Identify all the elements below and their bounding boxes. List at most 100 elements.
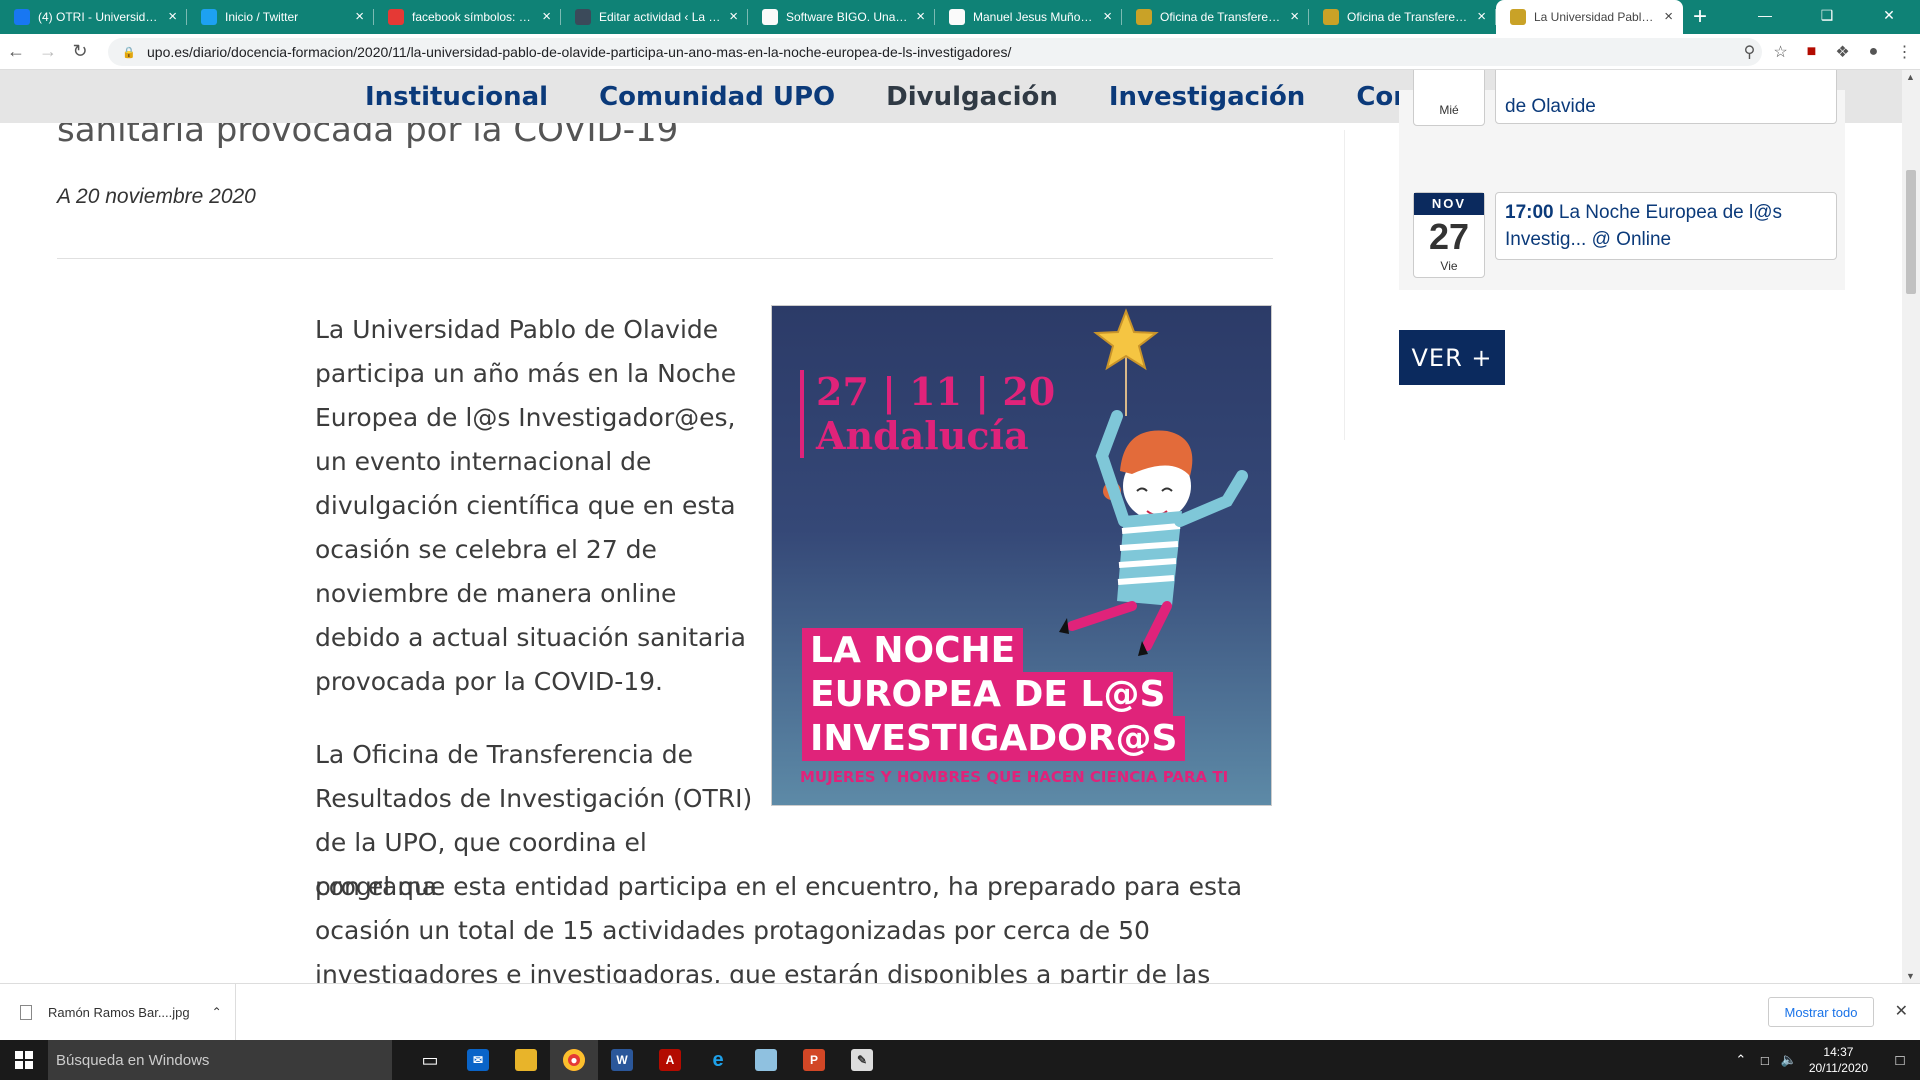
windows-start-icon[interactable] (0, 1040, 48, 1080)
window-controls: — ❑ ✕ (1734, 0, 1920, 30)
bookmark-star-icon[interactable]: ☆ (1765, 42, 1796, 62)
reload-icon[interactable]: ↻ (64, 41, 96, 62)
file-explorer-icon[interactable] (502, 1040, 550, 1080)
close-tab-icon[interactable]: × (1477, 9, 1486, 24)
upo-icon (1323, 9, 1339, 25)
task-view-icon[interactable]: ▭ (406, 1040, 454, 1080)
download-item[interactable]: Ramón Ramos Bar....jpg ⌃ (0, 983, 236, 1041)
notes-icon[interactable] (742, 1040, 790, 1080)
browser-tab[interactable]: (4) OTRI - Universidad P × (0, 0, 187, 34)
minimize-icon[interactable]: — (1734, 0, 1796, 30)
tab-title: facebook símbolos: em (412, 10, 535, 24)
article-paragraph-1: La Universidad Pablo de Olavide particip… (315, 315, 746, 696)
event-link-2[interactable]: 17:00 La Noche Europea de l@s Investig..… (1495, 192, 1837, 260)
powerpoint-icon[interactable]: P (790, 1040, 838, 1080)
menu-institucional[interactable]: Institucional (365, 82, 548, 112)
close-tab-icon[interactable]: × (1290, 9, 1299, 24)
scrollbar-thumb[interactable] (1906, 170, 1916, 294)
volume-icon[interactable]: 🔈 (1777, 1052, 1801, 1068)
google-icon (949, 9, 965, 25)
download-filename: Ramón Ramos Bar....jpg (48, 1004, 190, 1020)
taskbar-search-input[interactable]: Búsqueda en Windows (48, 1040, 392, 1080)
clock[interactable]: 14:37 20/11/2020 (1809, 1044, 1868, 1076)
tab-title: Manuel Jesus Muñoz R (973, 10, 1096, 24)
tab-title: Software BIGO. Una apl (786, 10, 909, 24)
download-shelf: Ramón Ramos Bar....jpg ⌃ Mostrar todo ✕ (0, 983, 1920, 1041)
back-icon[interactable]: ← (0, 41, 32, 62)
event-time: 17:00 (1505, 202, 1554, 223)
browser-tab[interactable]: Oficina de Transferencia × (1309, 0, 1496, 34)
scroll-down-icon[interactable]: ▼ (1906, 971, 1915, 981)
event-weekday: Vie (1440, 259, 1458, 273)
system-tray: ⌃ □ 🔈 14:37 20/11/2020 □ (1729, 1040, 1920, 1080)
zoom-icon[interactable]: ⚲ (1734, 42, 1765, 62)
close-tab-icon[interactable]: × (542, 9, 551, 24)
menu-comunidad-upo[interactable]: Comunidad UPO (599, 82, 835, 112)
event-title: de Olavide (1505, 96, 1596, 117)
close-icon[interactable]: ✕ (1895, 1001, 1908, 1021)
clock-date: 20/11/2020 (1808, 1061, 1868, 1075)
close-tab-icon[interactable]: × (916, 9, 925, 24)
mail-icon[interactable]: ✉ (454, 1040, 502, 1080)
event-poster-image: 27 | 11 | 20 Andalucía LA NOCHE EUROPEA … (771, 305, 1272, 806)
pdf-extension-icon[interactable]: ■ (1796, 43, 1827, 61)
menu-divulgacion[interactable]: Divulgación (886, 82, 1058, 112)
close-tab-icon[interactable]: × (1103, 9, 1112, 24)
clock-time: 14:37 (1823, 1045, 1854, 1059)
paint-icon[interactable]: ✎ (838, 1040, 886, 1080)
event-month: NOV (1414, 193, 1484, 215)
browser-tab[interactable]: Oficina de Transferencia × (1122, 0, 1309, 34)
tab-title: La Universidad Pablo de (1534, 10, 1657, 24)
chrome-icon[interactable]: ● (550, 1040, 598, 1080)
browser-tab[interactable]: Manuel Jesus Muñoz R × (935, 0, 1122, 34)
event-day: 27 (1428, 216, 1470, 257)
poster-tagline: MUJERES Y HOMBRES QUE HACEN CIENCIA PARA… (800, 768, 1229, 786)
tab-title: Oficina de Transferencia (1347, 10, 1470, 24)
address-toolbar: ← → ↻ 🔒 upo.es/diario/docencia-formacion… (0, 34, 1920, 70)
show-all-button[interactable]: Mostrar todo (1768, 997, 1874, 1027)
close-window-icon[interactable]: ✕ (1858, 0, 1920, 30)
windows-taskbar: Búsqueda en Windows ▭ ✉ ● W A e P ✎ ⌃ □ … (0, 1040, 1920, 1080)
file-icon (20, 1004, 32, 1020)
notification-icon[interactable]: □ (1880, 1052, 1920, 1069)
poster-date: 27 | 11 | 20 (816, 369, 1056, 414)
browser-tab[interactable]: La Universidad Pablo de × (1496, 0, 1683, 34)
url-text: upo.es/diario/docencia-formacion/2020/11… (147, 44, 1012, 60)
ver-more-button[interactable]: VER + (1399, 330, 1505, 385)
events-calendar-widget: Mié de Olavide NOV 27 Vie 17:00 La Noche… (1399, 70, 1845, 290)
poster-date-text: 27 | 11 | 20 Andalucía (800, 370, 1055, 458)
browser-tab[interactable]: Inicio / Twitter × (187, 0, 374, 34)
menu-kebab-icon[interactable]: ⋮ (1889, 42, 1920, 62)
restore-icon[interactable]: ❑ (1796, 0, 1858, 30)
event-link-1[interactable]: de Olavide (1495, 70, 1837, 124)
page-scrollbar[interactable]: ▲ ▼ (1902, 70, 1920, 983)
scroll-up-icon[interactable]: ▲ (1906, 72, 1915, 82)
browser-tab[interactable]: Editar actividad ‹ La No × (561, 0, 748, 34)
tab-title: Editar actividad ‹ La No (599, 10, 722, 24)
twitter-icon (201, 9, 217, 25)
event-weekday: Mié (1439, 103, 1459, 117)
close-tab-icon[interactable]: × (355, 9, 364, 24)
chevron-up-icon[interactable]: ⌃ (1729, 1052, 1753, 1068)
page-viewport: sanitaria provocada por la COVID-19 Inst… (0, 70, 1902, 983)
edge-icon[interactable]: e (694, 1040, 742, 1080)
new-tab-button[interactable]: + (1683, 0, 1717, 34)
network-icon[interactable]: □ (1753, 1053, 1777, 1068)
close-tab-icon[interactable]: × (1664, 9, 1673, 24)
browser-tab-strip: (4) OTRI - Universidad P × Inicio / Twitte… (0, 0, 1920, 34)
divider (57, 258, 1273, 259)
browser-tab[interactable]: facebook símbolos: em × (374, 0, 561, 34)
profile-avatar-icon[interactable]: ● (1858, 43, 1889, 61)
url-bar[interactable]: 🔒 upo.es/diario/docencia-formacion/2020/… (108, 38, 1762, 66)
close-tab-icon[interactable]: × (168, 9, 177, 24)
chevron-up-icon[interactable]: ⌃ (212, 1005, 222, 1019)
extensions-puzzle-icon[interactable]: ❖ (1827, 42, 1858, 62)
facebook-icon (14, 9, 30, 25)
tab-title: Oficina de Transferencia (1160, 10, 1283, 24)
menu-investigacion[interactable]: Investigación (1109, 82, 1305, 112)
forward-icon[interactable]: → (32, 41, 64, 62)
browser-tab[interactable]: Software BIGO. Una apl × (748, 0, 935, 34)
word-icon[interactable]: W (598, 1040, 646, 1080)
acrobat-icon[interactable]: A (646, 1040, 694, 1080)
close-tab-icon[interactable]: × (729, 9, 738, 24)
